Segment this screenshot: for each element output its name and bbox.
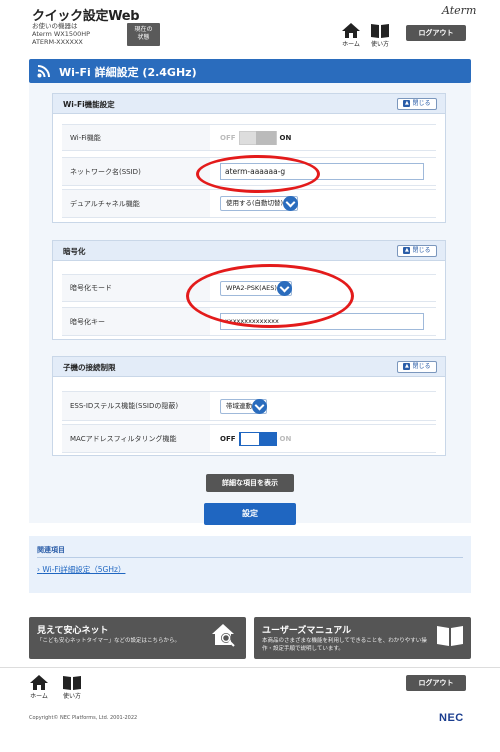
copyright: Copyright© NEC Platforms, Ltd. 2001-2022: [29, 715, 138, 721]
footer-help-button[interactable]: 使い方: [59, 675, 85, 700]
chevron-down-icon: [283, 196, 299, 211]
status-button-line-2: 状態: [137, 34, 150, 41]
footer-home-label: ホーム: [30, 693, 48, 700]
home-icon: [342, 23, 360, 38]
home-nav-button[interactable]: ホーム: [338, 23, 364, 48]
book-icon: [371, 24, 389, 38]
toggle-knob: [239, 431, 260, 446]
toggle-on-label: ON: [279, 434, 292, 443]
book-icon: [437, 626, 463, 646]
nec-logo: NEC: [439, 712, 464, 724]
collapse-button[interactable]: ▲ 閉じる: [397, 245, 437, 257]
page-title: Wi-Fi 詳細設定 (2.4GHz): [59, 66, 197, 79]
current-status-button[interactable]: 現在の 状態: [127, 23, 160, 46]
highlight-encryption-oval: [186, 264, 354, 328]
highlight-ssid-oval: [196, 155, 320, 193]
wifi-toggle[interactable]: OFF ON: [220, 130, 292, 145]
related-divider: [37, 557, 463, 558]
row-label: ネットワーク名(SSID): [62, 158, 210, 185]
help-nav-button[interactable]: 使い方: [367, 23, 393, 48]
row-value: OFF ON: [210, 425, 436, 452]
toggle-off-label: OFF: [220, 434, 236, 443]
status-button-line-1: 現在の: [134, 26, 153, 33]
footer-home-button[interactable]: ホーム: [26, 675, 52, 700]
page-title-bar: Wi-Fi 詳細設定 (2.4GHz): [29, 59, 471, 83]
row-value: OFF ON: [210, 125, 436, 150]
collapse-button[interactable]: ▲ 閉じる: [397, 361, 437, 373]
footer-logout-button[interactable]: ログアウト: [406, 675, 466, 691]
related-link-label: Wi-Fi詳細設定（5GHz）: [42, 565, 126, 574]
header: クイック設定Web お使いの機器は Aterm WX1500HP ATERM-X…: [0, 0, 500, 52]
row-value: 使用する(自動切替): [210, 190, 436, 217]
section-title: Wi-Fi機能設定: [63, 100, 115, 109]
chevron-up-icon: ▲: [403, 363, 411, 370]
chevron-up-icon: ▲: [403, 247, 411, 254]
toggle-track: [238, 431, 277, 446]
row-value: 帯域連動: [210, 392, 436, 420]
chevron-up-icon: ▲: [403, 100, 411, 107]
toggle-off-label: OFF: [220, 133, 236, 142]
section-title: 子機の接続制限: [63, 363, 116, 372]
home-icon: [30, 675, 48, 690]
device-info: お使いの機器は Aterm WX1500HP ATERM-XXXXXX: [32, 22, 90, 46]
row-label: デュアルチャネル機能: [62, 190, 210, 217]
device-model: Aterm WX1500HP: [32, 30, 91, 38]
collapse-button[interactable]: ▲ 閉じる: [397, 98, 437, 110]
wifi-function-section-header: Wi-Fi機能設定 ▲ 閉じる: [53, 94, 445, 114]
toggle-track: [238, 130, 277, 145]
collapse-label: 閉じる: [412, 100, 431, 107]
device-name: ATERM-XXXXXX: [32, 38, 83, 46]
anshin-desc: 「こども安心ネットタイマー」などの設定はこちらから。: [37, 638, 181, 644]
manual-desc-line-2: 作・設定手順で説明しています。: [262, 646, 344, 652]
row-label: ESS-IDステルス機能(SSIDの隠蔽): [62, 392, 210, 420]
device-line-1: お使いの機器は: [32, 22, 78, 30]
home-nav-label: ホーム: [342, 41, 360, 48]
show-details-button[interactable]: 詳細な項目を表示: [206, 474, 294, 492]
logout-button[interactable]: ログアウト: [406, 25, 466, 41]
anshin-net-card[interactable]: 見えて安心ネット 「こども安心ネットタイマー」などの設定はこちらから。: [29, 617, 246, 659]
home-search-icon: [212, 624, 235, 647]
select-value: 使用する(自動切替): [226, 199, 284, 207]
footer-help-label: 使い方: [62, 693, 81, 700]
encryption-section-header: 暗号化 ▲ 閉じる: [53, 241, 445, 261]
row-label: Wi-Fi機能: [62, 125, 210, 150]
collapse-label: 閉じる: [412, 247, 431, 254]
chevron-down-icon: [252, 398, 267, 414]
wifi-function-row: Wi-Fi機能 OFF ON: [62, 124, 436, 151]
client-limit-section: 子機の接続制限 ▲ 閉じる ESS-IDステルス機能(SSIDの隠蔽) 帯域連動 …: [52, 356, 446, 456]
users-manual-card[interactable]: ユーザーズマニュアル 本商品のさまざまな機能を利用してできることを、わかりやすい…: [254, 617, 471, 659]
anshin-title: 見えて安心ネット: [37, 626, 109, 636]
toggle-on-label: ON: [279, 133, 292, 142]
client-limit-section-header: 子機の接続制限 ▲ 閉じる: [53, 357, 445, 377]
toggle-knob: [255, 130, 276, 145]
manual-desc: 本商品のさまざまな機能を利用してできることを、わかりやすい操 作・設定手順で説明…: [262, 637, 437, 653]
select-value: 帯域連動: [226, 401, 252, 410]
footer-nav: ホーム 使い方 ログアウト: [0, 667, 500, 701]
dual-channel-row: デュアルチャネル機能 使用する(自動切替): [62, 189, 436, 218]
aterm-logo: Aterm: [442, 4, 477, 17]
row-label: 暗号化キー: [62, 308, 210, 335]
related-title: 関連項目: [37, 546, 65, 554]
manual-desc-line-1: 本商品のさまざまな機能を利用してできることを、わかりやすい操: [262, 638, 427, 644]
mac-filter-toggle[interactable]: OFF ON: [220, 431, 292, 446]
book-icon: [63, 676, 81, 690]
dual-channel-select[interactable]: 使用する(自動切替): [220, 196, 299, 211]
row-label: MACアドレスフィルタリング機能: [62, 425, 210, 452]
stealth-select[interactable]: 帯域連動: [220, 398, 267, 414]
manual-title: ユーザーズマニュアル: [262, 626, 352, 636]
help-nav-label: 使い方: [370, 41, 389, 48]
apply-button[interactable]: 設定: [204, 503, 296, 525]
related-section: 関連項目 › Wi-Fi詳細設定（5GHz）: [29, 536, 471, 593]
wifi-icon: [37, 65, 50, 78]
collapse-label: 閉じる: [412, 363, 431, 370]
related-link-5ghz[interactable]: › Wi-Fi詳細設定（5GHz）: [37, 564, 125, 575]
section-title: 暗号化: [63, 247, 86, 256]
stealth-row: ESS-IDステルス機能(SSIDの隠蔽) 帯域連動: [62, 391, 436, 421]
mac-filter-row: MACアドレスフィルタリング機能 OFF ON: [62, 424, 436, 453]
chevron-right-icon: ›: [37, 565, 40, 574]
